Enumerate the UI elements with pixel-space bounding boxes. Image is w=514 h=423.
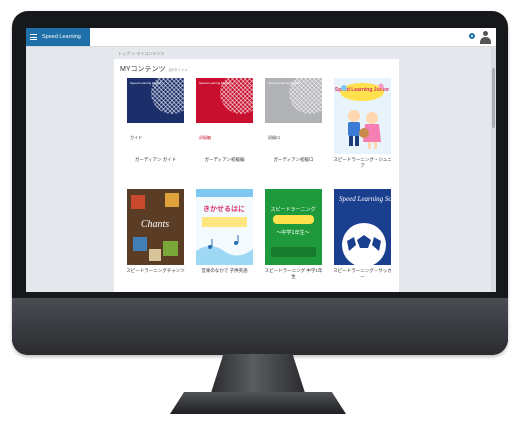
card-title[interactable]: ガーディアン初級編 bbox=[194, 157, 255, 163]
screen: Speed Learning トップ ＞ マイコンテンツ MYコンテンツ 全8タイ… bbox=[26, 28, 496, 292]
monitor-base bbox=[170, 392, 346, 414]
cover-music[interactable]: きかせるはに bbox=[196, 189, 253, 265]
menu-icon[interactable] bbox=[30, 33, 37, 42]
cover-title: Speed Learning Soccer bbox=[339, 195, 391, 203]
card-title[interactable]: ガーディアン ガイド bbox=[125, 157, 186, 163]
brand-title: Speed Learning bbox=[42, 34, 81, 40]
cover-title: スピードラーニング bbox=[270, 206, 315, 213]
monitor-chin bbox=[12, 298, 508, 355]
card-title[interactable]: 音楽のなかで 子供英語 bbox=[194, 268, 255, 274]
cover-caption: 初級ロ bbox=[268, 135, 280, 140]
cover-beginner-ro[interactable]: Speed Learning English 初級ロ bbox=[265, 78, 322, 154]
monitor-stand bbox=[210, 354, 306, 396]
breadcrumb[interactable]: トップ ＞ マイコンテンツ bbox=[118, 51, 164, 57]
green-cover-illustration: スピードラーニング ～中学1年生～ bbox=[265, 189, 322, 265]
blocks-illustration: Chants bbox=[127, 189, 184, 265]
cover-junior-high[interactable]: スピードラーニング ～中学1年生～ bbox=[265, 189, 322, 265]
cover-title: Chants bbox=[141, 219, 169, 230]
top-bar: Speed Learning bbox=[26, 28, 496, 47]
user-icon[interactable] bbox=[480, 31, 491, 44]
brand-bar[interactable]: Speed Learning bbox=[26, 28, 90, 46]
cover-top-text: Speed Learning English bbox=[130, 81, 162, 85]
card-title[interactable]: スピードラーニング 中学1年生 bbox=[263, 268, 324, 279]
cover-guide[interactable]: Speed Learning English ガイド bbox=[127, 78, 184, 154]
cover-beginner[interactable]: Speed Learning English 初級編 bbox=[196, 78, 253, 154]
cover-caption: ガイド bbox=[130, 135, 142, 140]
cover-subtitle: ～中学1年生～ bbox=[276, 229, 309, 236]
cover-top-text: Speed Learning English bbox=[199, 81, 231, 85]
cover-caption: 初級編 bbox=[199, 135, 211, 140]
soccer-illustration: Speed Learning Soccer bbox=[334, 189, 391, 265]
cover-soccer[interactable]: Speed Learning Soccer bbox=[334, 189, 391, 265]
card-title[interactable]: スピードラーニングチャンツ bbox=[125, 268, 186, 274]
card-title[interactable]: スピードラーニング・ジュニア bbox=[332, 157, 393, 168]
scrollbar-thumb[interactable] bbox=[492, 68, 495, 128]
cover-title: きかせるはに bbox=[203, 204, 245, 213]
card-title[interactable]: ガーディアン初級ロ bbox=[263, 157, 324, 163]
page-subtitle: 全8タイトル bbox=[168, 68, 188, 72]
cover-junior[interactable]: Speed Learning Junior bbox=[334, 78, 391, 154]
content-panel: MYコンテンツ 全8タイトル Speed Learning English ガイド… bbox=[114, 59, 399, 292]
card-title[interactable]: スピードラーニング・サッカー bbox=[332, 268, 393, 279]
cover-top-text: Speed Learning English bbox=[268, 81, 300, 85]
gear-icon[interactable] bbox=[469, 33, 475, 39]
page-title-text: MYコンテンツ bbox=[120, 66, 166, 73]
music-illustration: きかせるはに bbox=[196, 189, 253, 265]
kids-illustration: Speed Learning Junior bbox=[335, 83, 389, 149]
page-title: MYコンテンツ 全8タイトル bbox=[120, 64, 188, 74]
cover-chants[interactable]: Chants bbox=[127, 189, 184, 265]
